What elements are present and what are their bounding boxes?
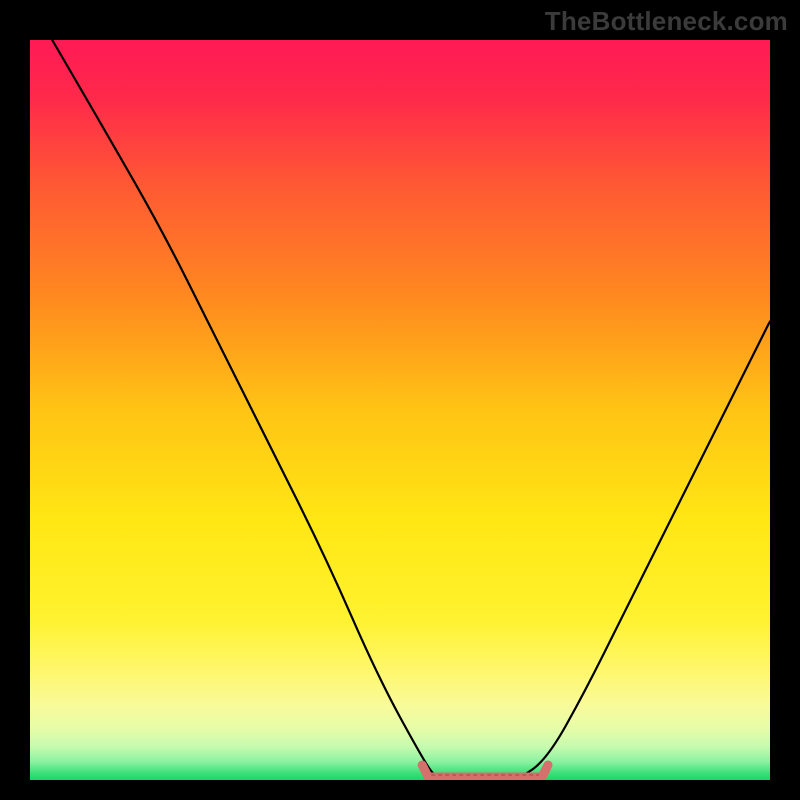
watermark-text: TheBottleneck.com <box>545 6 788 37</box>
gradient-background <box>30 40 770 780</box>
plot-area <box>30 40 770 780</box>
chart-svg <box>30 40 770 780</box>
chart-frame: TheBottleneck.com <box>0 0 800 800</box>
